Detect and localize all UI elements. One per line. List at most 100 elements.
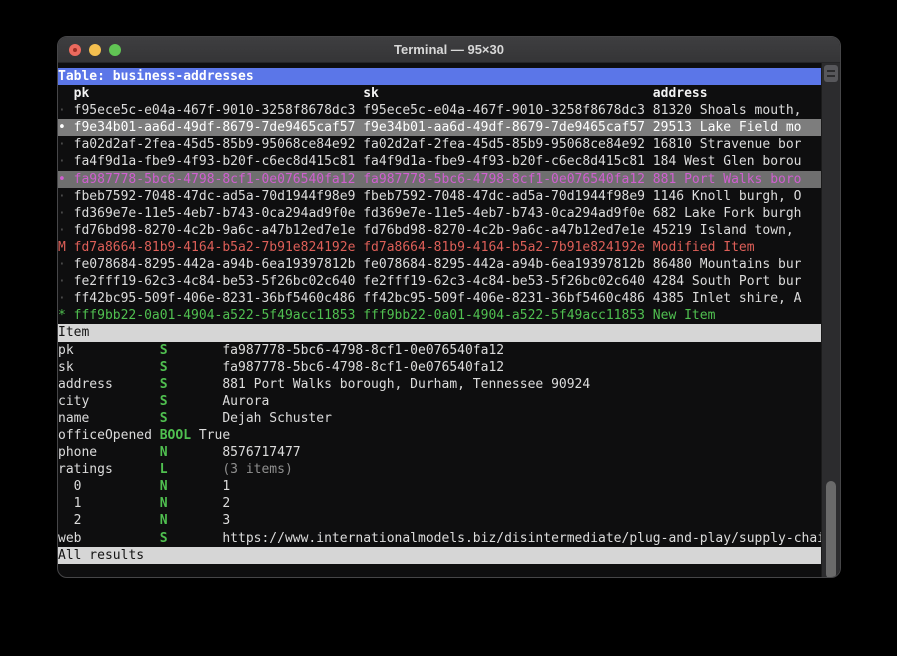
attribute-key: 0	[58, 478, 160, 495]
attribute-type: S	[160, 342, 223, 359]
cell-sk: fbeb7592-7048-47dc-ad5a-70d1944f98e9	[363, 188, 653, 205]
cell-pk: f9e34b01-aa6d-49df-8679-7de9465caf57	[74, 119, 364, 136]
column-header-pk[interactable]: pk	[74, 85, 364, 102]
attribute-key: address	[58, 376, 160, 393]
detail-row: address S 881 Port Walks borough, Durham…	[58, 376, 821, 393]
detail-row: ratings L (3 items)	[58, 461, 821, 478]
attribute-value: 1	[222, 478, 821, 495]
cell-sk: fff9bb22-0a01-4904-a522-5f49acc11853	[363, 307, 653, 324]
attribute-key: phone	[58, 444, 160, 461]
detail-row: officeOpened BOOL True	[58, 427, 821, 444]
cell-sk: f95ece5c-e04a-467f-9010-3258f8678dc3	[363, 102, 653, 119]
attribute-key: ratings	[58, 461, 160, 478]
attribute-value: 3	[222, 512, 821, 529]
cell-address: 45219 Island town,	[653, 222, 821, 239]
attribute-key: officeOpened	[58, 427, 160, 444]
attribute-value: (3 items)	[222, 461, 821, 478]
detail-row: city S Aurora	[58, 393, 821, 410]
minimize-button[interactable]	[89, 44, 101, 56]
scrollbar-track[interactable]	[821, 63, 840, 577]
zoom-button[interactable]	[109, 44, 121, 56]
cell-sk: f9e34b01-aa6d-49df-8679-7de9465caf57	[363, 119, 653, 136]
table-row[interactable]: · fd369e7e-11e5-4eb7-b743-0ca294ad9f0e f…	[58, 205, 821, 222]
cell-pk: f95ece5c-e04a-467f-9010-3258f8678dc3	[74, 102, 364, 119]
table-header-row: pk sk address	[58, 85, 821, 102]
attribute-type: N	[160, 478, 223, 495]
detail-row-list-item: 0 N 1	[58, 478, 821, 495]
cell-address: Modified Item	[653, 239, 821, 256]
status-bar: All results	[58, 547, 821, 564]
cell-pk: fa02d2af-2fea-45d5-85b9-95068ce84e92	[74, 136, 364, 153]
table-title: Table: business-addresses	[58, 68, 254, 85]
attribute-key: sk	[58, 359, 160, 376]
attribute-type: S	[160, 393, 223, 410]
detail-row: phone N 8576717477	[58, 444, 821, 461]
attribute-value: Dejah Schuster	[222, 410, 821, 427]
cell-sk: fa02d2af-2fea-45d5-85b9-95068ce84e92	[363, 136, 653, 153]
table-row-new[interactable]: * fff9bb22-0a01-4904-a522-5f49acc11853 f…	[58, 307, 821, 324]
attribute-type: N	[160, 444, 223, 461]
attribute-key: 1	[58, 495, 160, 512]
attribute-type: L	[160, 461, 223, 478]
table-row[interactable]: · fa4f9d1a-fbe9-4f93-b20f-c6ec8d415c81 f…	[58, 153, 821, 170]
detail-row-list-item: 1 N 2	[58, 495, 821, 512]
attribute-value: https://www.internationalmodels.biz/disi…	[222, 530, 821, 547]
window-titlebar[interactable]: Terminal — 95×30	[58, 37, 840, 63]
detail-row: pk S fa987778-5bc6-4798-8cf1-0e076540fa1…	[58, 342, 821, 359]
scrollbar-thumb[interactable]	[826, 481, 836, 578]
desktop-background: Terminal — 95×30 Table: business-address…	[0, 0, 897, 656]
table-row[interactable]: · fbeb7592-7048-47dc-ad5a-70d1944f98e9 f…	[58, 188, 821, 205]
row-marker: ·	[58, 205, 74, 222]
header-marker-spacer	[58, 85, 74, 102]
split-pane-button[interactable]	[824, 65, 838, 82]
table-row-marked[interactable]: • fa987778-5bc6-4798-8cf1-0e076540fa12 f…	[58, 171, 821, 188]
row-marker: ·	[58, 256, 74, 273]
table-row[interactable]: · f95ece5c-e04a-467f-9010-3258f8678dc3 f…	[58, 102, 821, 119]
cell-address: 86480 Mountains bur	[653, 256, 821, 273]
table-row[interactable]: · fe2fff19-62c3-4c84-be53-5f26bc02c640 f…	[58, 273, 821, 290]
terminal-window: Terminal — 95×30 Table: business-address…	[57, 36, 841, 578]
cell-sk: fe2fff19-62c3-4c84-be53-5f26bc02c640	[363, 273, 653, 290]
table-title-bar: Table: business-addresses	[58, 68, 821, 85]
status-text: All results	[58, 547, 144, 564]
attribute-value: fa987778-5bc6-4798-8cf1-0e076540fa12	[222, 359, 821, 376]
attribute-type: N	[160, 495, 223, 512]
cell-address: New Item	[653, 307, 821, 324]
cell-address: 81320 Shoals mouth,	[653, 102, 821, 119]
cell-address: 29513 Lake Field mo	[653, 119, 821, 136]
table-row[interactable]: · fe078684-8295-442a-a94b-6ea19397812b f…	[58, 256, 821, 273]
attribute-value: 881 Port Walks borough, Durham, Tennesse…	[222, 376, 821, 393]
table-row[interactable]: · ff42bc95-509f-406e-8231-36bf5460c486 f…	[58, 290, 821, 307]
detail-row: sk S fa987778-5bc6-4798-8cf1-0e076540fa1…	[58, 359, 821, 376]
row-marker: ·	[58, 273, 74, 290]
cell-pk: fbeb7592-7048-47dc-ad5a-70d1944f98e9	[74, 188, 364, 205]
cell-pk: fa4f9d1a-fbe9-4f93-b20f-c6ec8d415c81	[74, 153, 364, 170]
row-marker: •	[58, 171, 74, 188]
cell-pk: fd7a8664-81b9-4164-b5a2-7b91e824192e	[74, 239, 364, 256]
row-marker-modified: M	[58, 239, 74, 256]
cell-pk: fd369e7e-11e5-4eb7-b743-0ca294ad9f0e	[74, 205, 364, 222]
row-marker: ·	[58, 222, 74, 239]
terminal-screen: Table: business-addresses pk sk address …	[58, 63, 821, 577]
column-header-sk[interactable]: sk	[363, 85, 653, 102]
cell-pk: fe2fff19-62c3-4c84-be53-5f26bc02c640	[74, 273, 364, 290]
detail-row-list-item: 2 N 3	[58, 512, 821, 529]
detail-row: web S https://www.internationalmodels.bi…	[58, 530, 821, 547]
table-row[interactable]: · fa02d2af-2fea-45d5-85b9-95068ce84e92 f…	[58, 136, 821, 153]
column-header-address[interactable]: address	[653, 85, 821, 102]
attribute-value: Aurora	[222, 393, 821, 410]
attribute-key: pk	[58, 342, 160, 359]
window-title: Terminal — 95×30	[394, 42, 504, 57]
terminal-content: Table: business-addresses pk sk address …	[58, 63, 840, 577]
attribute-type: S	[160, 410, 223, 427]
table-row-selected[interactable]: • f9e34b01-aa6d-49df-8679-7de9465caf57 f…	[58, 119, 821, 136]
traffic-lights	[69, 37, 121, 63]
cell-sk: ff42bc95-509f-406e-8231-36bf5460c486	[363, 290, 653, 307]
attribute-type: BOOL	[160, 427, 199, 444]
table-row-modified[interactable]: M fd7a8664-81b9-4164-b5a2-7b91e824192e f…	[58, 239, 821, 256]
attribute-type: S	[160, 376, 223, 393]
table-row[interactable]: · fd76bd98-8270-4c2b-9a6c-a47b12ed7e1e f…	[58, 222, 821, 239]
close-button[interactable]	[69, 44, 81, 56]
detail-row: name S Dejah Schuster	[58, 410, 821, 427]
attribute-type: S	[160, 530, 223, 547]
